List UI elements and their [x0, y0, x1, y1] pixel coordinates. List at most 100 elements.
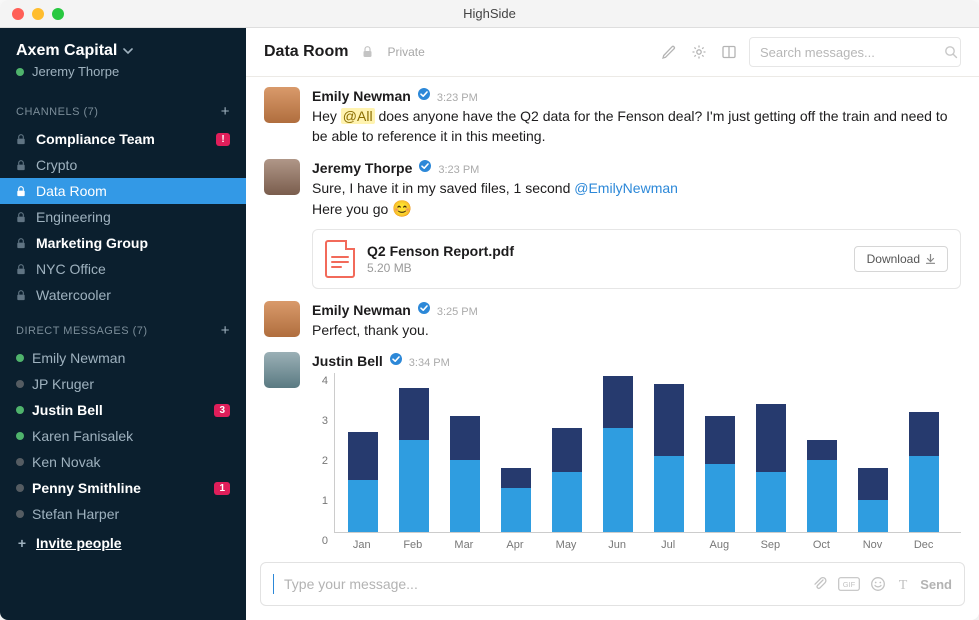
dm-name: JP Kruger [32, 376, 94, 392]
sidebar-channel-item[interactable]: NYC Office [0, 256, 246, 282]
dms-list: Emily Newman JP Kruger Justin Bell3Karen F… [0, 345, 246, 527]
pdf-file-icon [325, 240, 355, 278]
bar-segment-secondary [552, 428, 582, 472]
avatar[interactable] [264, 87, 300, 123]
chart-area: JanFebMarAprMayJunJulAugSepOctNovDec [334, 373, 961, 551]
dm-name: Emily Newman [32, 350, 125, 366]
message-author[interactable]: Emily Newman [312, 302, 411, 318]
search-icon [944, 45, 958, 59]
message-time: 3:23 PM [437, 92, 478, 104]
message-list[interactable]: Emily Newman3:23 PMHey @All does anyone … [246, 77, 979, 556]
message: Emily Newman3:25 PMPerfect, thank you. [264, 301, 961, 340]
section-label: DIRECT MESSAGES (7) [16, 325, 148, 337]
chart: 01234JanFebMarAprMayJunJulAugSepOctNovDe… [312, 373, 961, 551]
add-dm-button[interactable]: + [221, 322, 230, 339]
message-header: Justin Bell3:34 PM [312, 352, 961, 369]
sidebar-channel-item[interactable]: Watercooler [0, 282, 246, 308]
lock-icon [16, 264, 28, 275]
details-pane-button[interactable] [721, 44, 737, 60]
y-tick-label: 2 [322, 455, 328, 467]
avatar[interactable] [264, 159, 300, 195]
svg-text:GIF: GIF [843, 580, 856, 589]
text-span: Here you go [312, 201, 392, 217]
text-span: does anyone have the Q2 data for the Fen… [312, 108, 948, 144]
lock-icon [16, 186, 28, 197]
verified-badge-icon [417, 87, 431, 101]
sidebar-dm-item[interactable]: JP Kruger [0, 371, 246, 397]
attach-file-button[interactable] [812, 576, 828, 592]
lock-icon [16, 238, 28, 249]
bar-segment-primary [552, 472, 582, 532]
channel-name: Marketing Group [36, 235, 148, 251]
mention[interactable]: @EmilyNewman [574, 180, 678, 196]
message: Justin Bell3:34 PM 01234JanFebMarAprMayJu… [264, 352, 961, 551]
download-button[interactable]: Download [854, 246, 948, 272]
bar-segment-secondary [705, 416, 735, 464]
emoji-button[interactable] [870, 576, 886, 592]
lock-icon [16, 134, 28, 145]
x-tick-label: Oct [806, 539, 836, 551]
message-header: Jeremy Thorpe3:23 PM [312, 159, 961, 176]
x-tick-label: Feb [398, 539, 428, 551]
gif-button[interactable]: GIF [838, 577, 860, 591]
channel-name: Compliance Team [36, 131, 155, 147]
settings-button[interactable] [691, 44, 707, 60]
chart-x-axis: JanFebMarAprMayJunJulAugSepOctNovDec [334, 539, 961, 551]
invite-people-button[interactable]: + Invite people [0, 527, 246, 559]
sidebar-dm-item[interactable]: Justin Bell3 [0, 397, 246, 423]
lock-icon [16, 290, 28, 301]
svg-text:T: T [899, 578, 908, 592]
avatar[interactable] [264, 301, 300, 337]
bar-segment-primary [501, 488, 531, 532]
sidebar-dm-item[interactable]: Ken Novak [0, 449, 246, 475]
chart-bar [858, 468, 888, 532]
sidebar-channel-item[interactable]: Data Room [0, 178, 246, 204]
send-button[interactable]: Send [920, 577, 952, 592]
sidebar-channel-item[interactable]: Compliance Team! [0, 126, 246, 152]
message-author[interactable]: Jeremy Thorpe [312, 160, 412, 176]
chevron-down-icon [123, 46, 133, 56]
message-author[interactable]: Emily Newman [312, 88, 411, 104]
sidebar-channel-item[interactable]: Marketing Group [0, 230, 246, 256]
current-user[interactable]: Jeremy Thorpe [0, 62, 246, 89]
workspace-switcher[interactable]: Axem Capital [0, 34, 246, 62]
search-input[interactable] [760, 45, 936, 60]
formatting-button[interactable]: T [896, 576, 910, 592]
sidebar-dm-item[interactable]: Penny Smithline1 [0, 475, 246, 501]
edit-topic-button[interactable] [661, 44, 677, 60]
sidebar-dm-item[interactable]: Emily Newman [0, 345, 246, 371]
add-channel-button[interactable]: + [221, 103, 230, 120]
verified-badge-icon [417, 301, 431, 315]
cursor-indicator [273, 574, 274, 594]
channels-list: Compliance Team!CryptoData RoomEngineeri… [0, 126, 246, 308]
search-box[interactable] [749, 37, 961, 67]
bar-segment-primary [705, 464, 735, 532]
sidebar-dm-item[interactable]: Karen Fanisalek [0, 423, 246, 449]
message: Jeremy Thorpe3:23 PMSure, I have it in m… [264, 159, 961, 289]
message-composer[interactable]: GIF T Send [260, 562, 965, 606]
sidebar-channel-item[interactable]: Crypto [0, 152, 246, 178]
channel-name: NYC Office [36, 261, 106, 277]
chart-bar [399, 388, 429, 532]
mention-all[interactable]: @All [341, 108, 375, 124]
x-tick-label: Dec [908, 539, 938, 551]
verified-badge-icon [389, 352, 403, 366]
chart-y-axis: 01234 [312, 373, 334, 541]
lock-icon [16, 160, 28, 171]
sidebar-channel-item[interactable]: Engineering [0, 204, 246, 230]
file-attachment[interactable]: Q2 Fenson Report.pdf5.20 MBDownload [312, 229, 961, 289]
avatar[interactable] [264, 352, 300, 388]
file-size: 5.20 MB [367, 261, 514, 275]
message-author[interactable]: Justin Bell [312, 353, 383, 369]
sidebar-dm-item[interactable]: Stefan Harper [0, 501, 246, 527]
current-user-name: Jeremy Thorpe [32, 64, 119, 79]
y-tick-label: 4 [322, 375, 328, 387]
bar-segment-primary [858, 500, 888, 532]
bar-segment-secondary [654, 384, 684, 456]
bar-segment-primary [756, 472, 786, 532]
bar-segment-secondary [807, 440, 837, 460]
notification-badge: 3 [214, 404, 230, 417]
composer-input[interactable] [284, 576, 802, 592]
lock-icon [362, 46, 373, 58]
bar-segment-secondary [909, 412, 939, 456]
